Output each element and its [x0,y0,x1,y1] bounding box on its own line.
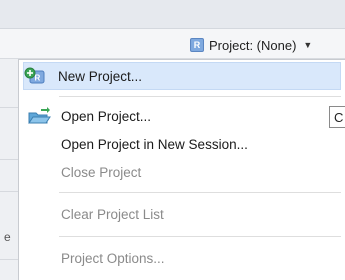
r-project-icon: R [190,38,204,52]
menu-separator [59,236,341,237]
new-project-icon: R [24,67,58,85]
project-menu-label: Project: (None) [209,37,297,53]
menu-item-new-project[interactable]: R New Project... [23,62,341,90]
background-panel: e [0,59,18,280]
divider [0,259,18,260]
menu-item-label: Clear Project List [61,206,164,222]
menu-item-label: New Project... [58,68,143,84]
chevron-down-icon: ▼ [303,40,313,50]
menu-item-close-project: Close Project [27,158,339,186]
tooltip-fragment: C [329,106,345,128]
toolbar: R Project: (None) ▼ [0,0,345,59]
background-text-fragment: e [4,230,11,244]
project-menu-button[interactable]: R Project: (None) ▼ [190,35,312,55]
tooltip-text: C [334,109,344,125]
menu-separator [59,96,341,97]
menu-item-label: Project Options... [61,250,165,266]
divider [0,107,18,108]
menu-separator [59,192,341,193]
menu-item-open-project[interactable]: Open Project... [27,102,339,130]
svg-text:R: R [35,74,41,83]
menu-item-label: Open Project in New Session... [61,136,248,152]
divider [0,191,18,192]
menu-item-clear-project-list: Clear Project List [27,200,339,228]
menu-item-label: Close Project [61,164,142,180]
menu-item-label: Open Project... [61,108,152,124]
toolbar-top-band [0,0,345,29]
project-dropdown-menu: R New Project... Open Project... Open Pr… [18,59,345,280]
open-project-icon [27,107,61,125]
menu-item-open-project-new-session[interactable]: Open Project in New Session... [27,130,339,158]
menu-item-project-options: Project Options... [27,244,339,272]
divider [0,159,18,160]
